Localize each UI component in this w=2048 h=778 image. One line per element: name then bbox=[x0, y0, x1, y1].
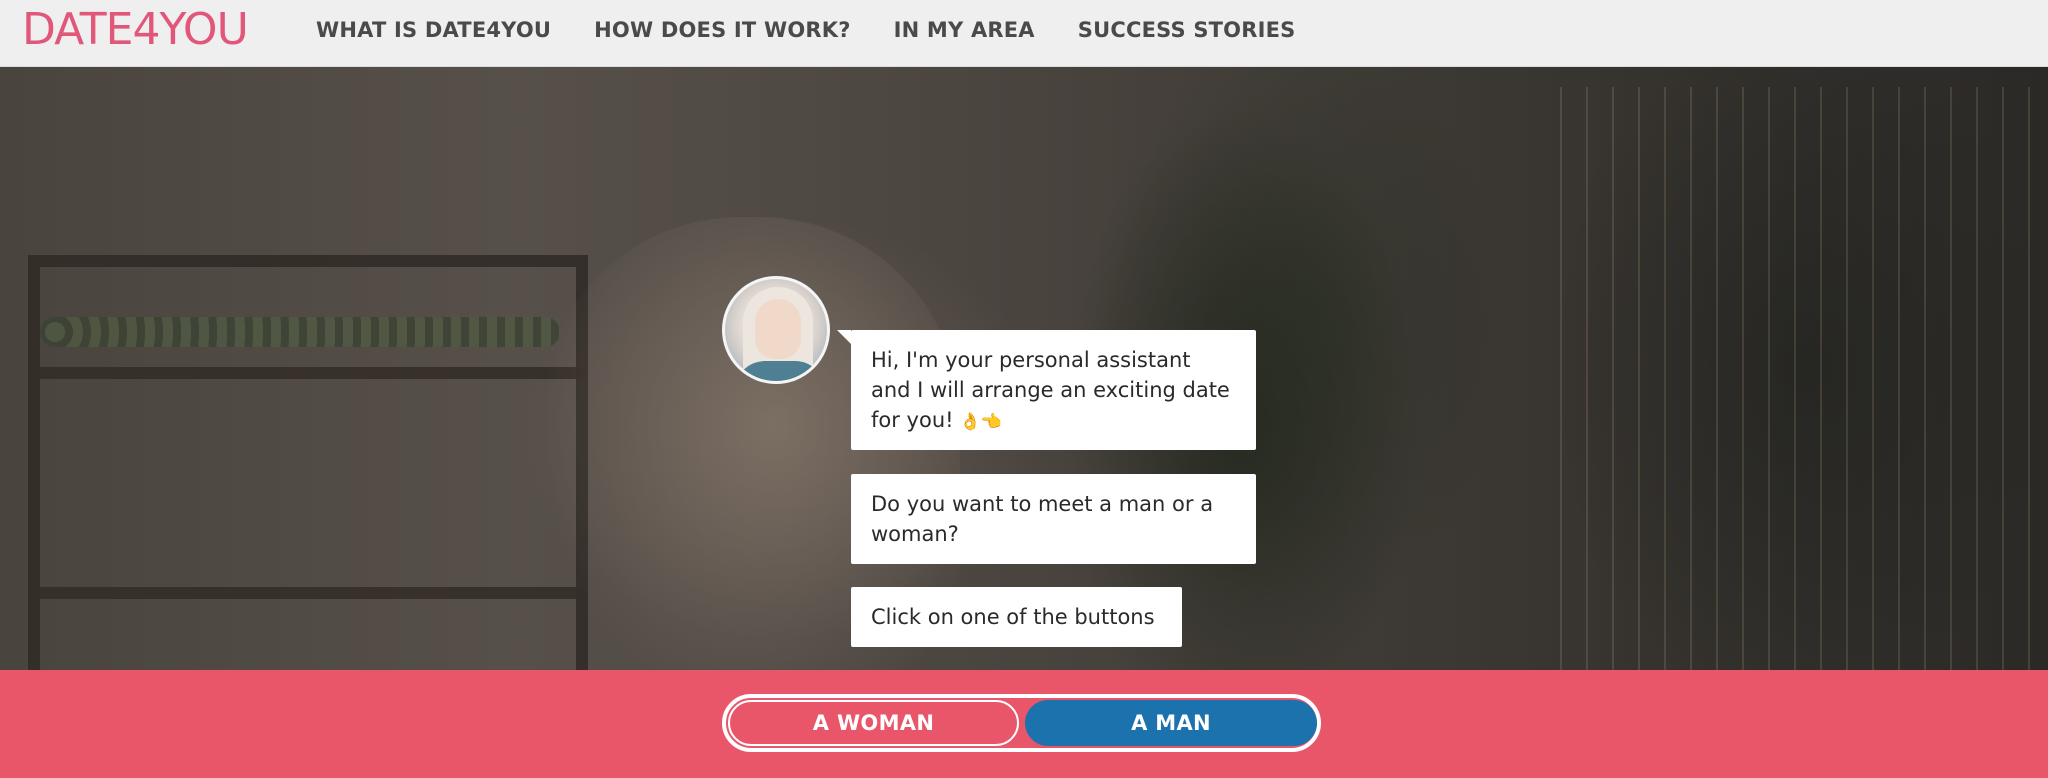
nav-how-does-it-work[interactable]: HOW DOES IT WORK? bbox=[594, 18, 850, 42]
a-woman-button[interactable]: A WOMAN bbox=[728, 700, 1019, 746]
chat-bubble-question: Do you want to meet a man or a woman? bbox=[851, 474, 1256, 564]
nav-in-my-area[interactable]: IN MY AREA bbox=[894, 18, 1035, 42]
assistant-avatar bbox=[722, 276, 830, 384]
nav-success-stories[interactable]: SUCCESS STORIES bbox=[1078, 18, 1296, 42]
date4you-logo[interactable]: DATE4YOU bbox=[22, 5, 249, 55]
background-shelf-board bbox=[28, 367, 588, 379]
background-string-lights bbox=[1560, 87, 2040, 670]
gender-choice-toggle: A WOMAN A MAN bbox=[722, 694, 1321, 752]
chat-bubble-greeting: Hi, I'm your personal assistant and I wi… bbox=[837, 330, 1256, 450]
chat-message-text: Do you want to meet a man or a woman? bbox=[871, 492, 1214, 546]
main-nav: WHAT IS DATE4YOU HOW DOES IT WORK? IN MY… bbox=[316, 0, 1338, 60]
avatar-face bbox=[755, 299, 801, 359]
nav-what-is-date4you[interactable]: WHAT IS DATE4YOU bbox=[316, 18, 551, 42]
chat-message-text: Hi, I'm your personal assistant and I wi… bbox=[871, 348, 1230, 432]
a-man-button[interactable]: A MAN bbox=[1025, 700, 1317, 746]
top-header: DATE4YOU WHAT IS DATE4YOU HOW DOES IT WO… bbox=[0, 0, 2048, 67]
ok-hand-emoji-icon: 👌👈 bbox=[959, 412, 1002, 432]
chat-message-text: Click on one of the buttons bbox=[871, 605, 1155, 629]
background-shelf-board bbox=[28, 587, 588, 599]
chat-bubble-instruction: Click on one of the buttons bbox=[851, 587, 1182, 647]
choice-bar: A WOMAN A MAN bbox=[0, 670, 2048, 778]
background-garland bbox=[40, 317, 560, 347]
